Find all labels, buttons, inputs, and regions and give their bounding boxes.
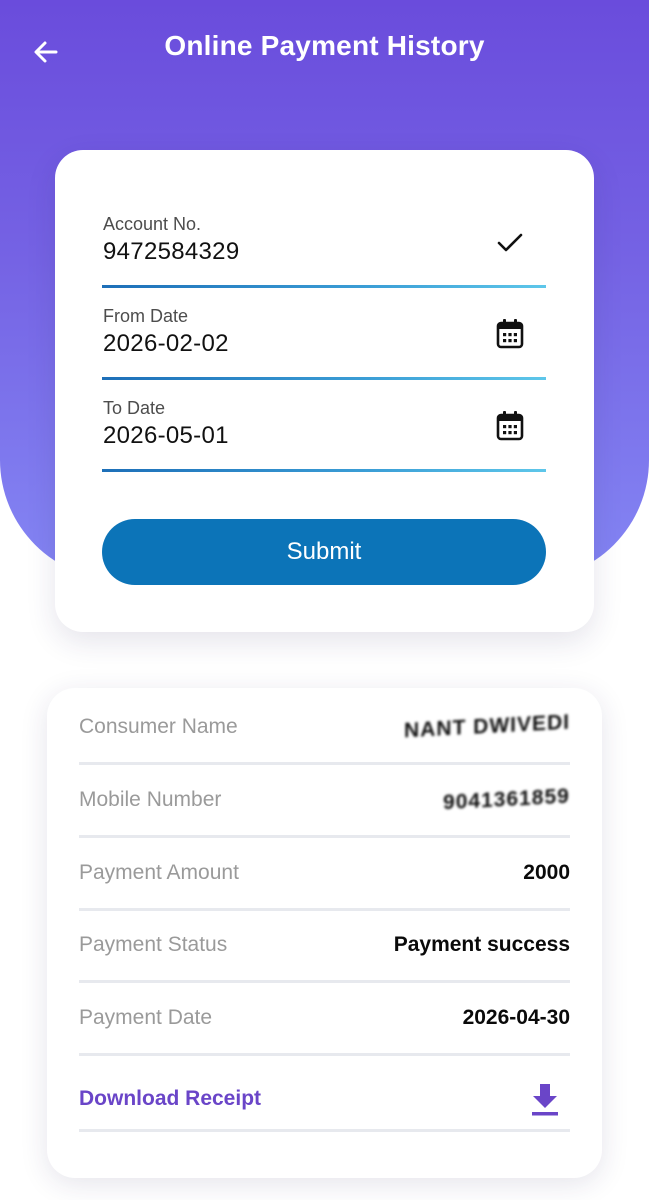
- payment-status-label: Payment Status: [79, 933, 228, 956]
- mobile-number-value: 9041361859: [443, 784, 570, 815]
- mobile-number-label: Mobile Number: [79, 788, 222, 811]
- account-number-field[interactable]: Account No. 9472584329: [102, 208, 546, 288]
- submit-button[interactable]: Submit: [102, 519, 546, 585]
- detail-row-payment-date: Payment Date 2026-04-30: [79, 983, 570, 1056]
- payment-amount-label: Payment Amount: [79, 861, 239, 884]
- account-number-value[interactable]: 9472584329: [103, 238, 239, 266]
- top-bar: Online Payment History: [0, 0, 649, 100]
- consumer-name-value: NANT DWIVEDI: [404, 710, 570, 743]
- payment-status-value: Payment success: [393, 933, 570, 956]
- consumer-name-label: Consumer Name: [79, 715, 238, 738]
- payment-history-screen: Online Payment History Account No. 94725…: [0, 0, 649, 1200]
- from-date-label: From Date: [103, 306, 189, 326]
- detail-row-payment-amount: Payment Amount 2000: [79, 838, 570, 911]
- payment-amount-value: 2000: [523, 861, 570, 884]
- download-receipt-label: Download Receipt: [79, 1086, 262, 1110]
- payment-date-label: Payment Date: [79, 1006, 213, 1029]
- to-date-value[interactable]: 2026-05-01: [103, 422, 229, 450]
- calendar-icon[interactable]: [494, 318, 526, 350]
- from-date-field[interactable]: From Date 2026-02-02: [102, 300, 546, 380]
- download-receipt-button[interactable]: Download Receipt: [79, 1068, 570, 1132]
- page-title: Online Payment History: [164, 30, 485, 61]
- to-date-label: To Date: [103, 398, 166, 418]
- account-number-label: Account No.: [103, 214, 202, 234]
- payment-details-card: Consumer Name NANT DWIVEDI Mobile Number…: [47, 688, 602, 1178]
- checkmark-icon: [494, 226, 526, 258]
- payment-date-value: 2026-04-30: [462, 1006, 570, 1029]
- detail-row-payment-status: Payment Status Payment success: [79, 910, 570, 983]
- to-date-field[interactable]: To Date 2026-05-01: [102, 392, 546, 472]
- from-date-value[interactable]: 2026-02-02: [103, 330, 229, 358]
- download-icon[interactable]: [528, 1081, 562, 1117]
- calendar-icon[interactable]: [494, 410, 526, 442]
- detail-row-mobile-number: Mobile Number 9041361859: [79, 765, 570, 838]
- search-form-card: Account No. 9472584329 From Date 2026-02…: [55, 150, 594, 632]
- detail-row-consumer-name: Consumer Name NANT DWIVEDI: [79, 692, 570, 765]
